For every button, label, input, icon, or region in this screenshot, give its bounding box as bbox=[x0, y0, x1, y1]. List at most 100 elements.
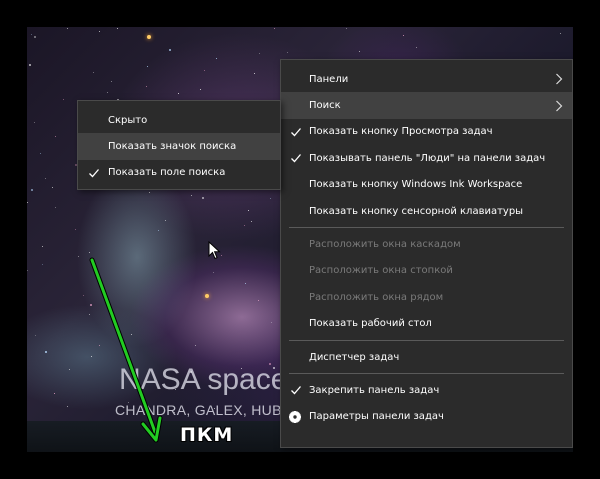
menu-item-label: Поиск bbox=[309, 100, 341, 112]
search-submenu: Скрыто Показать значок поиска Показать пол… bbox=[77, 100, 281, 190]
star bbox=[346, 28, 347, 29]
star bbox=[205, 294, 209, 298]
star bbox=[213, 272, 214, 273]
menu-item-label: Расположить окна рядом bbox=[309, 291, 444, 303]
star bbox=[258, 300, 259, 301]
star bbox=[287, 52, 288, 53]
star bbox=[147, 35, 151, 39]
star bbox=[158, 230, 159, 231]
star bbox=[34, 122, 35, 123]
star bbox=[31, 34, 32, 35]
star bbox=[27, 202, 28, 203]
star bbox=[416, 47, 417, 48]
search-option-label: Показать поле поиска bbox=[108, 167, 226, 179]
star bbox=[204, 70, 205, 71]
search-option-label: Скрыто bbox=[108, 114, 148, 126]
star bbox=[54, 393, 55, 394]
star bbox=[45, 178, 46, 179]
star bbox=[270, 198, 271, 199]
menu-item-1-1: Расположить окна стопкой bbox=[281, 258, 572, 284]
star bbox=[42, 246, 43, 247]
menu-item-1-0: Расположить окна каскадом bbox=[281, 231, 572, 257]
star bbox=[178, 93, 179, 94]
checkmark-icon bbox=[291, 128, 301, 137]
star bbox=[200, 89, 201, 90]
star bbox=[89, 252, 90, 253]
star bbox=[403, 35, 404, 36]
star bbox=[69, 369, 70, 370]
search-option-0[interactable]: Скрыто bbox=[78, 107, 280, 133]
menu-item-1-2: Расположить окна рядом bbox=[281, 284, 572, 310]
taskbar-context-menu: Панели Поиск Показать кнопку Просмотра зад… bbox=[280, 59, 573, 448]
star bbox=[34, 36, 36, 38]
search-option-1[interactable]: Показать значок поиска bbox=[78, 133, 280, 160]
checkmark-icon bbox=[291, 154, 301, 163]
wallpaper-title: NASA space bbox=[119, 363, 288, 396]
star bbox=[149, 192, 150, 193]
menu-item-label: Расположить окна стопкой bbox=[309, 265, 453, 277]
star bbox=[254, 73, 255, 74]
star bbox=[560, 33, 561, 34]
star bbox=[251, 221, 252, 222]
checkmark-icon bbox=[89, 169, 99, 178]
menu-separator bbox=[289, 373, 564, 375]
menu-item-label: Показать кнопку Просмотра задач bbox=[309, 126, 493, 138]
star bbox=[90, 304, 92, 306]
star bbox=[107, 92, 108, 93]
star bbox=[93, 72, 94, 73]
star bbox=[146, 86, 147, 87]
menu-item-label: Показать кнопку сенсорной клавиатуры bbox=[309, 205, 524, 217]
chevron-right-icon bbox=[556, 73, 563, 85]
menu-item-label: Расположить окна каскадом bbox=[309, 239, 461, 251]
menu-item-label: Закрепить панель задач bbox=[309, 384, 440, 396]
star bbox=[111, 81, 112, 82]
star bbox=[55, 207, 56, 208]
star bbox=[245, 283, 246, 284]
menu-item-0-5[interactable]: Показать кнопку сенсорной клавиатуры bbox=[281, 198, 572, 224]
star bbox=[52, 187, 53, 188]
menu-item-0-0[interactable]: Панели bbox=[281, 66, 572, 92]
star bbox=[244, 225, 245, 226]
star bbox=[165, 220, 166, 221]
star bbox=[67, 28, 68, 29]
wallpaper-subtitle: CHANDRA, GALEX, HUB bbox=[115, 402, 282, 418]
star bbox=[91, 356, 92, 357]
star bbox=[78, 256, 79, 257]
star bbox=[259, 53, 260, 54]
star bbox=[40, 153, 41, 154]
menu-separator bbox=[289, 227, 564, 229]
menu-separator bbox=[289, 339, 564, 341]
star bbox=[131, 334, 132, 335]
menu-item-3-1[interactable]: Параметры панели задач bbox=[281, 404, 572, 430]
search-option-2[interactable]: Показать поле поиска bbox=[78, 160, 280, 186]
star bbox=[191, 195, 192, 196]
star bbox=[67, 406, 68, 407]
star bbox=[271, 322, 272, 323]
menu-item-3-0[interactable]: Закрепить панель задач bbox=[281, 377, 572, 403]
screenshot-frame: NASA space CHANDRA, GALEX, HUB ПКМ Панел… bbox=[0, 0, 600, 479]
search-option-label: Показать значок поиска bbox=[108, 141, 237, 153]
star bbox=[63, 99, 64, 100]
star bbox=[45, 351, 47, 353]
star bbox=[83, 295, 84, 296]
star bbox=[248, 210, 249, 211]
star bbox=[195, 345, 196, 346]
star bbox=[202, 197, 204, 199]
menu-item-2-0[interactable]: Диспетчер задач bbox=[281, 344, 572, 370]
mouse-pointer-icon bbox=[208, 241, 221, 260]
annotation-label: ПКМ bbox=[180, 424, 234, 446]
menu-item-0-3[interactable]: Показывать панель "Люди" на панели задач bbox=[281, 145, 572, 171]
menu-item-label: Показать рабочий стол bbox=[309, 318, 432, 330]
menu-item-label: Панели bbox=[309, 73, 349, 85]
star bbox=[117, 28, 118, 29]
menu-item-0-1[interactable]: Поиск bbox=[281, 92, 572, 119]
menu-item-0-2[interactable]: Показать кнопку Просмотра задач bbox=[281, 119, 572, 145]
menu-item-0-4[interactable]: Показать кнопку Windows Ink Workspace bbox=[281, 172, 572, 198]
star bbox=[55, 136, 56, 137]
checkmark-icon bbox=[291, 386, 301, 395]
star bbox=[216, 58, 217, 59]
menu-item-1-3[interactable]: Показать рабочий стол bbox=[281, 311, 572, 337]
menu-item-label: Диспетчер задач bbox=[309, 351, 400, 363]
star bbox=[99, 31, 100, 32]
menu-item-label: Показывать панель "Люди" на панели задач bbox=[309, 152, 546, 164]
